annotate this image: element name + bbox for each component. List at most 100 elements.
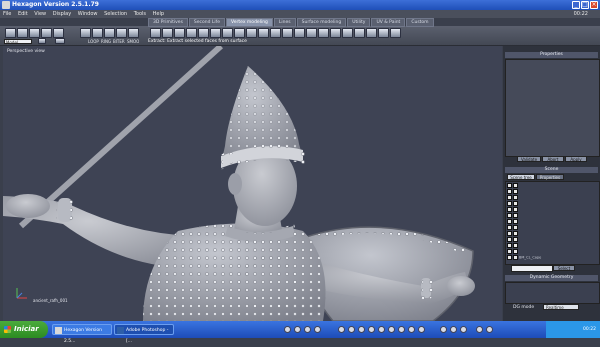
extrude-icon[interactable]: [150, 28, 161, 38]
lock-checkbox[interactable]: [513, 201, 518, 206]
single-view-icon[interactable]: [460, 326, 467, 333]
tab-3d-primitives[interactable]: 3D Primitives: [148, 18, 188, 27]
symmetry-icon[interactable]: [330, 28, 341, 38]
render-mode-icon[interactable]: [284, 326, 291, 333]
tab-utility[interactable]: Utility: [347, 18, 371, 27]
menu-selection[interactable]: Selection: [104, 11, 127, 17]
tessellate-icon[interactable]: [198, 28, 209, 38]
select-tool-icon[interactable]: [5, 28, 16, 38]
frame-icon[interactable]: [368, 326, 375, 333]
lasso-tool-icon[interactable]: [17, 28, 28, 38]
edge-select-icon[interactable]: [92, 28, 103, 38]
scene-tree-item[interactable]: [507, 219, 595, 224]
scene-tree-item[interactable]: [507, 183, 595, 188]
lock-checkbox[interactable]: [513, 213, 518, 218]
magnet-tool-icon[interactable]: [41, 28, 52, 38]
visibility-checkbox[interactable]: [507, 231, 512, 236]
tab-scene-properties[interactable]: Properties: [536, 174, 564, 180]
visibility-checkbox[interactable]: [507, 207, 512, 212]
scene-tree-item[interactable]: [507, 231, 595, 236]
minimize-button[interactable]: _: [572, 1, 580, 9]
shaded-icon[interactable]: [398, 326, 405, 333]
lock-checkbox[interactable]: [513, 207, 518, 212]
lock-checkbox[interactable]: [513, 255, 518, 260]
visibility-checkbox[interactable]: [507, 183, 512, 188]
bridge-icon[interactable]: [234, 28, 245, 38]
lock-checkbox[interactable]: [513, 243, 518, 248]
visibility-checkbox[interactable]: [507, 243, 512, 248]
sculpt-icon[interactable]: [378, 28, 389, 38]
scene-filter-input[interactable]: [511, 265, 553, 272]
validate-button[interactable]: Validate: [517, 156, 541, 162]
scene-tree-item[interactable]: [507, 201, 595, 206]
scene-tree-item[interactable]: [507, 243, 595, 248]
tab-vertex-modeling[interactable]: Vertex modeling: [226, 18, 273, 27]
visibility-checkbox[interactable]: [507, 255, 512, 260]
scene-tree-item[interactable]: [507, 249, 595, 254]
inset-icon[interactable]: [186, 28, 197, 38]
scene-tree-item[interactable]: [507, 213, 595, 218]
wireframe-icon[interactable]: [388, 326, 395, 333]
menu-window[interactable]: Window: [78, 11, 98, 17]
mirror-icon[interactable]: [342, 28, 353, 38]
snap-icon[interactable]: [418, 326, 425, 333]
visibility-checkbox[interactable]: [507, 201, 512, 206]
delete-icon[interactable]: [294, 28, 305, 38]
menu-display[interactable]: Display: [53, 11, 71, 17]
menu-view[interactable]: View: [34, 11, 46, 17]
collapse-icon[interactable]: [282, 28, 293, 38]
visibility-checkbox[interactable]: [507, 213, 512, 218]
scene-tree-item[interactable]: BM_CL_Cape: [507, 255, 595, 260]
lock-checkbox[interactable]: [513, 219, 518, 224]
auto-select-icon[interactable]: [128, 28, 139, 38]
tab-uv-paint[interactable]: UV & Paint: [371, 18, 406, 27]
visibility-checkbox[interactable]: [507, 189, 512, 194]
maximize-button[interactable]: □: [581, 1, 589, 9]
fill-icon[interactable]: [306, 28, 317, 38]
polygon-icon[interactable]: [366, 28, 377, 38]
menu-file[interactable]: File: [3, 11, 11, 17]
apply-button[interactable]: Apply: [565, 156, 587, 162]
help-icon[interactable]: [486, 326, 493, 333]
settings-icon[interactable]: [476, 326, 483, 333]
undo-select-button[interactable]: [55, 38, 65, 44]
tab-custom[interactable]: Custom: [406, 18, 434, 27]
smooth-geometry-icon[interactable]: [390, 28, 401, 38]
cut-icon[interactable]: [258, 28, 269, 38]
fit-icon[interactable]: [378, 326, 385, 333]
connect-icon[interactable]: [270, 28, 281, 38]
extract-icon[interactable]: [162, 28, 173, 38]
paint-select-icon[interactable]: [29, 28, 40, 38]
rotate-view-icon[interactable]: [358, 326, 365, 333]
lock-checkbox[interactable]: [513, 237, 518, 242]
select-button[interactable]: Select: [553, 265, 575, 271]
tab-lines[interactable]: Lines: [273, 18, 296, 27]
visibility-checkbox[interactable]: [507, 195, 512, 200]
perspective-viewport[interactable]: Perspective view ancient_rafh_001: [3, 46, 502, 321]
tab-second-life[interactable]: Second Life: [188, 18, 226, 27]
tab-surface-modeling[interactable]: Surface modeling: [296, 18, 347, 27]
bevel-icon[interactable]: [174, 28, 185, 38]
lock-checkbox[interactable]: [513, 195, 518, 200]
dg-mode-select[interactable]: Realtime: [543, 304, 579, 310]
grid-icon[interactable]: [314, 326, 321, 333]
vertex-select-icon[interactable]: [80, 28, 91, 38]
texture-icon[interactable]: [408, 326, 415, 333]
visibility-checkbox[interactable]: [507, 225, 512, 230]
lock-checkbox[interactable]: [513, 249, 518, 254]
camera-icon[interactable]: [294, 326, 301, 333]
ring-button[interactable]: RING: [101, 39, 111, 44]
weld-icon[interactable]: [222, 28, 233, 38]
biter-button[interactable]: BITER: [113, 39, 125, 44]
slice-icon[interactable]: [210, 28, 221, 38]
all-button[interactable]: [38, 38, 46, 44]
lock-checkbox[interactable]: [513, 231, 518, 236]
scene-tree-item[interactable]: [507, 195, 595, 200]
lights-icon[interactable]: [304, 326, 311, 333]
lock-checkbox[interactable]: [513, 183, 518, 188]
smooth-button[interactable]: SMOO: [127, 39, 139, 44]
scene-tree-item[interactable]: [507, 189, 595, 194]
layout-icon[interactable]: [440, 326, 447, 333]
task-photoshop[interactable]: Adobe Photoshop - [...: [114, 324, 174, 344]
menu-tools[interactable]: Tools: [134, 11, 146, 17]
